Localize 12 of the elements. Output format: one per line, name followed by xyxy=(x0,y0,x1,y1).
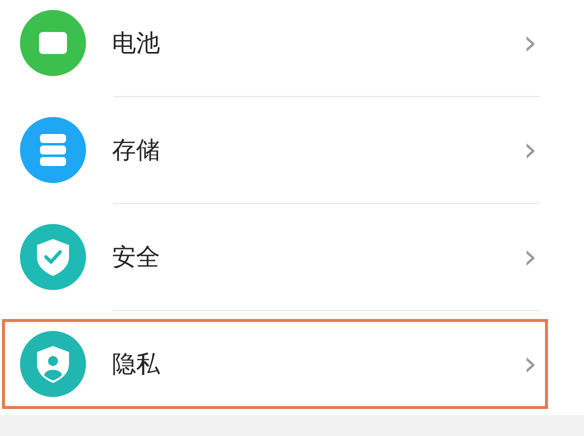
setting-label: 安全 xyxy=(112,242,161,273)
settings-row[interactable]: 安全 › xyxy=(2,212,548,302)
highlighted-settings-row[interactable]: 隐私 › xyxy=(2,319,548,409)
chevron-icon: › xyxy=(523,240,537,274)
chevron-icon: › xyxy=(523,26,537,60)
chevron-icon: › xyxy=(523,133,537,167)
setting-label: 隐私 xyxy=(112,349,161,380)
setting-label: 存储 xyxy=(112,135,161,166)
setting-label: 电池 xyxy=(112,28,161,59)
chevron-icon: › xyxy=(523,347,537,381)
settings-row[interactable]: 电池 › xyxy=(2,0,548,88)
settings-row[interactable]: 存储 › xyxy=(2,105,548,195)
